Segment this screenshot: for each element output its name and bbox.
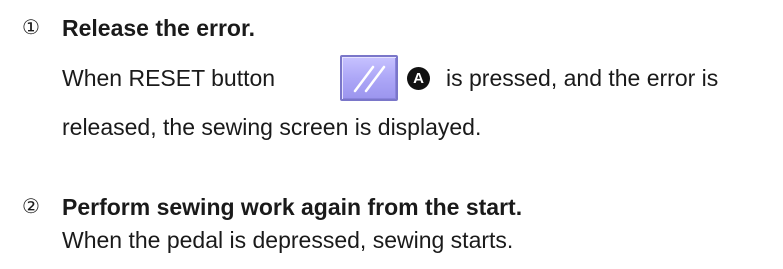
step-1-text-before-button: When RESET button	[62, 65, 276, 91]
step-1-title: Release the error.	[62, 15, 256, 41]
step-1: ① Release the error. When RESET button A…	[0, 0, 783, 140]
reset-slash-icon	[353, 65, 386, 93]
step-1-text-after-button: is pressed, and the error is	[446, 65, 719, 91]
step-2-title: Perform sewing work again from the start…	[62, 194, 523, 220]
step-2-text-line-1: When the pedal is depressed, sewing star…	[62, 227, 514, 253]
step-2-number: ②	[22, 194, 40, 218]
reset-button[interactable]	[340, 55, 398, 101]
step-1-number: ①	[22, 15, 40, 39]
step-2: ② Perform sewing work again from the sta…	[0, 140, 783, 269]
callout-badge-a: A	[407, 67, 430, 90]
step-1-text-line-2: released, the sewing screen is displayed…	[62, 114, 482, 140]
